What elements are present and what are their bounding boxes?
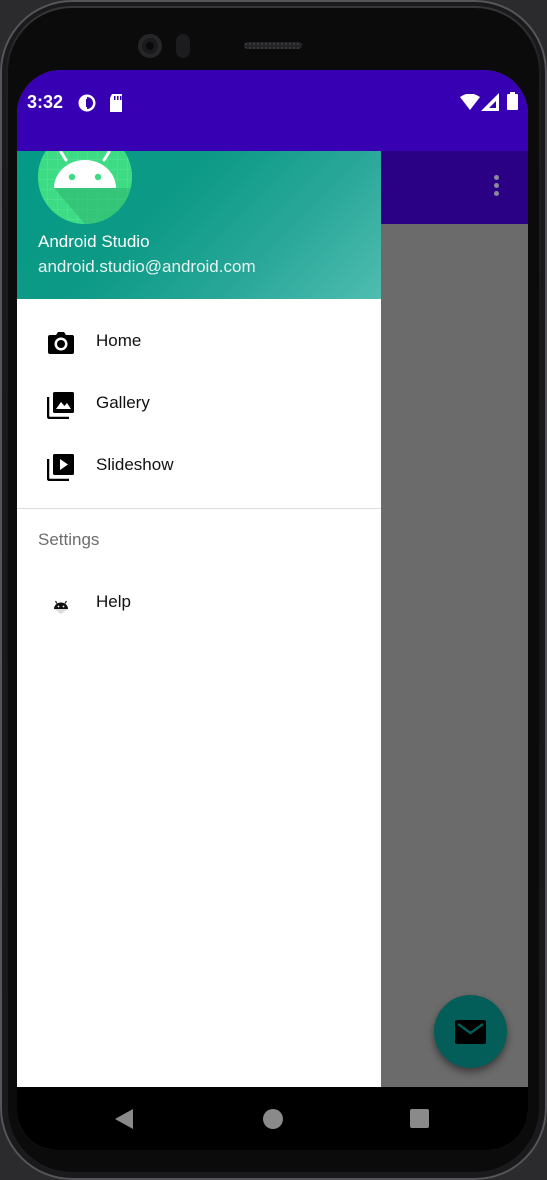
android-robot-icon — [38, 151, 132, 224]
drawer-header: Android Studio android.studio@android.co… — [17, 151, 381, 299]
drawer-item-home[interactable]: Home — [17, 311, 381, 373]
screen: 3:32 Android Studio android.studio@andro… — [17, 70, 528, 1150]
data-saver-icon — [77, 93, 97, 117]
slideshow-icon — [46, 453, 75, 482]
home-icon[interactable] — [263, 1109, 283, 1129]
navigation-drawer: Android Studio android.studio@android.co… — [17, 151, 381, 1087]
back-icon[interactable] — [115, 1109, 133, 1133]
camera-icon — [47, 329, 75, 357]
drawer-divider — [17, 508, 381, 509]
recents-icon[interactable] — [410, 1109, 429, 1128]
more-vert-icon[interactable] — [491, 175, 501, 201]
drawer-item-label: Home — [96, 331, 142, 350]
phone-frame: 3:32 Android Studio android.studio@andro… — [0, 0, 547, 1180]
email-fab-button[interactable] — [434, 995, 507, 1068]
system-nav-bar — [17, 1087, 528, 1150]
android-small-icon — [47, 590, 75, 618]
signal-icon — [481, 93, 499, 115]
wifi-icon — [460, 93, 480, 114]
proximity-sensor — [176, 34, 190, 58]
drawer-item-slideshow[interactable]: Slideshow — [17, 435, 381, 497]
header-user-email: android.studio@android.com — [38, 257, 256, 276]
gallery-icon — [46, 391, 75, 420]
drawer-item-label: Gallery — [96, 393, 150, 412]
drawer-item-help[interactable]: Help — [17, 572, 381, 634]
battery-icon — [507, 92, 518, 114]
drawer-item-gallery[interactable]: Gallery — [17, 373, 381, 435]
drawer-item-label: Slideshow — [96, 455, 174, 474]
drawer-section-title: Settings — [38, 530, 100, 549]
drawer-item-label: Help — [96, 592, 131, 611]
sd-card-icon — [108, 93, 124, 117]
status-time: 3:32 — [27, 92, 64, 112]
status-bar: 3:32 — [17, 70, 528, 151]
email-icon — [455, 1020, 486, 1044]
front-camera — [138, 34, 162, 58]
header-user-name: Android Studio — [38, 232, 150, 251]
earpiece-speaker — [244, 42, 302, 49]
